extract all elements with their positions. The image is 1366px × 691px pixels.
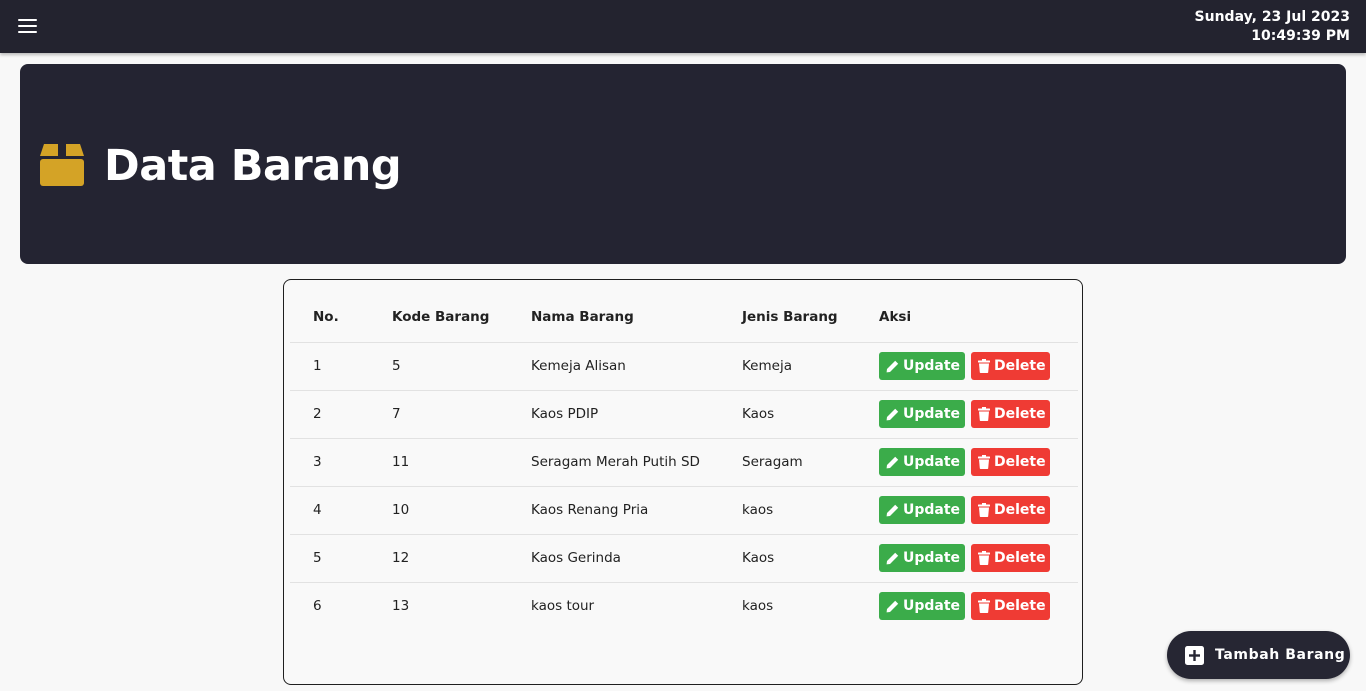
update-label: Update xyxy=(903,358,961,374)
update-label: Update xyxy=(903,550,961,566)
delete-label: Delete xyxy=(994,454,1046,470)
cell-nama-barang: kaos tour xyxy=(531,598,595,615)
delete-label: Delete xyxy=(994,358,1046,374)
table-header-row: No. Kode Barang Nama Barang Jenis Barang… xyxy=(290,290,1078,342)
trash-icon xyxy=(978,455,990,469)
data-table-card: No. Kode Barang Nama Barang Jenis Barang… xyxy=(283,279,1083,685)
header-jenis-barang: Jenis Barang xyxy=(742,308,838,325)
cell-aksi: Update Delete xyxy=(879,342,1078,390)
cell-aksi: Update Delete xyxy=(879,390,1078,438)
table-row: 1 5 Kemeja Alisan Kemeja Update Delete xyxy=(290,342,1078,390)
trash-icon xyxy=(978,599,990,614)
cell-kode-barang: 7 xyxy=(392,406,401,422)
cell-nama-barang: Kaos Renang Pria xyxy=(531,502,649,518)
cell-no: 5 xyxy=(313,550,322,566)
cell-kode-barang: 12 xyxy=(392,550,410,566)
cell-nama-barang: Kemeja Alisan xyxy=(531,358,626,374)
trash-icon xyxy=(978,407,990,421)
current-date: Sunday, 23 Jul 2023 xyxy=(1194,9,1350,25)
delete-button[interactable]: Delete xyxy=(971,352,1050,380)
trash-icon xyxy=(978,503,990,517)
trash-icon xyxy=(978,359,990,373)
box-icon xyxy=(40,144,84,186)
delete-button[interactable]: Delete xyxy=(971,448,1050,476)
cell-no: 2 xyxy=(313,406,322,422)
table-row: 2 7 Kaos PDIP Kaos Update Delete xyxy=(290,390,1078,438)
cell-kode-barang: 10 xyxy=(392,502,410,518)
delete-label: Delete xyxy=(994,550,1046,566)
cell-jenis-barang: Kemeja xyxy=(742,358,792,374)
delete-label: Delete xyxy=(994,598,1046,615)
update-label: Update xyxy=(903,598,961,615)
header-kode-barang: Kode Barang xyxy=(392,308,490,325)
delete-button[interactable]: Delete xyxy=(971,496,1050,524)
cell-kode-barang: 13 xyxy=(392,598,410,615)
delete-label: Delete xyxy=(994,502,1046,518)
table-row: 3 11 Seragam Merah Putih SD Seragam Update De… xyxy=(290,438,1078,486)
delete-button[interactable]: Delete xyxy=(971,592,1050,621)
cell-jenis-barang: Kaos xyxy=(742,550,775,566)
cell-no: 1 xyxy=(313,358,322,374)
delete-button[interactable]: Delete xyxy=(971,544,1050,572)
update-button[interactable]: Update xyxy=(879,352,965,380)
update-button[interactable]: Update xyxy=(879,400,965,428)
pencil-icon xyxy=(886,360,899,372)
date-time: Sunday, 23 Jul 2023 10:49:39 PM xyxy=(1195,8,1350,46)
delete-button[interactable]: Delete xyxy=(971,400,1050,428)
header-aksi: Aksi xyxy=(879,308,912,325)
update-label: Update xyxy=(903,454,961,470)
cell-no: 6 xyxy=(313,598,322,615)
current-time: 10:49:39 PM xyxy=(1251,28,1350,44)
data-table: No. Kode Barang Nama Barang Jenis Barang… xyxy=(290,290,1078,630)
cell-no: 4 xyxy=(313,502,322,518)
header-nama-barang: Nama Barang xyxy=(531,308,634,325)
add-item-label: Tambah Barang xyxy=(1215,647,1346,663)
page-title: Data Barang xyxy=(104,141,402,191)
cell-jenis-barang: kaos xyxy=(742,598,774,615)
trash-icon xyxy=(978,551,990,565)
cell-kode-barang: 11 xyxy=(392,454,410,470)
top-bar: Sunday, 23 Jul 2023 10:49:39 PM xyxy=(0,0,1366,53)
pencil-icon xyxy=(886,504,899,516)
cell-no: 3 xyxy=(313,454,322,470)
table-row: 4 10 Kaos Renang Pria kaos Update Delete xyxy=(290,486,1078,534)
cell-jenis-barang: kaos xyxy=(742,502,774,518)
page-header: Data Barang xyxy=(20,64,1346,264)
pencil-icon xyxy=(886,552,899,564)
cell-nama-barang: Seragam Merah Putih SD xyxy=(531,454,700,470)
cell-aksi: Update Delete xyxy=(879,486,1078,534)
add-item-button[interactable]: Tambah Barang xyxy=(1167,631,1350,679)
cell-nama-barang: Kaos PDIP xyxy=(531,406,599,422)
cell-nama-barang: Kaos Gerinda xyxy=(531,550,621,566)
header-no: No. xyxy=(313,308,339,325)
cell-aksi: Update Delete xyxy=(879,534,1078,582)
update-label: Update xyxy=(903,502,961,518)
update-button[interactable]: Update xyxy=(879,592,965,621)
update-button[interactable]: Update xyxy=(879,496,965,524)
cell-jenis-barang: Kaos xyxy=(742,406,775,422)
delete-label: Delete xyxy=(994,406,1046,422)
cell-aksi: Update Delete xyxy=(879,582,1078,630)
cell-aksi: Update Delete xyxy=(879,438,1078,486)
table-row: 5 12 Kaos Gerinda Kaos Update Delete xyxy=(290,534,1078,582)
cell-jenis-barang: Seragam xyxy=(742,454,803,470)
plus-square-icon xyxy=(1185,645,1204,665)
cell-kode-barang: 5 xyxy=(392,358,401,374)
pencil-icon xyxy=(886,408,899,420)
hamburger-icon[interactable] xyxy=(16,14,40,38)
update-label: Update xyxy=(903,406,961,422)
pencil-icon xyxy=(886,600,899,613)
update-button[interactable]: Update xyxy=(879,544,965,572)
update-button[interactable]: Update xyxy=(879,448,965,476)
table-row: 6 13 kaos tour kaos Update Delete xyxy=(290,582,1078,630)
pencil-icon xyxy=(886,456,899,468)
